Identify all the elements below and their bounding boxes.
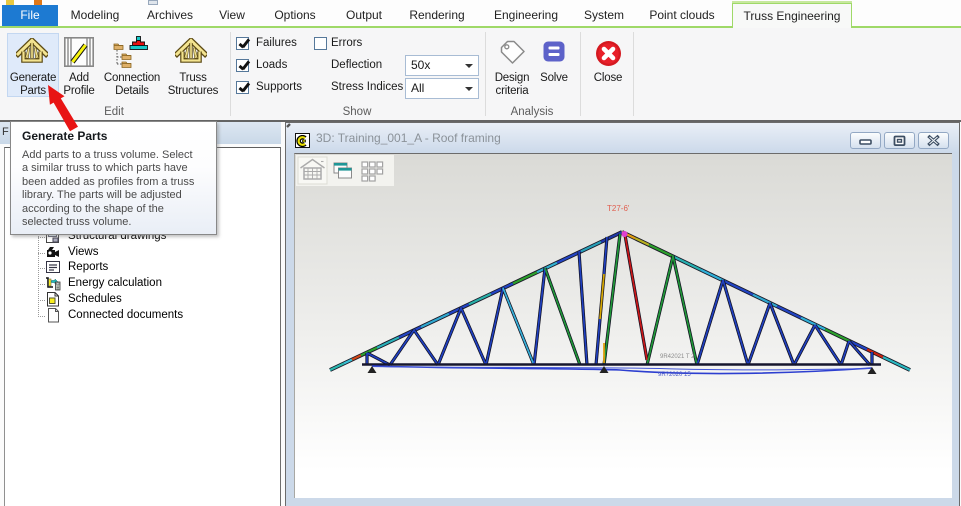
svg-text:9R?2020 15: 9R?2020 15	[658, 372, 691, 378]
svg-text:T27-6': T27-6'	[607, 204, 630, 213]
svg-text:9R42021 T 2: 9R42021 T 2	[660, 354, 695, 360]
